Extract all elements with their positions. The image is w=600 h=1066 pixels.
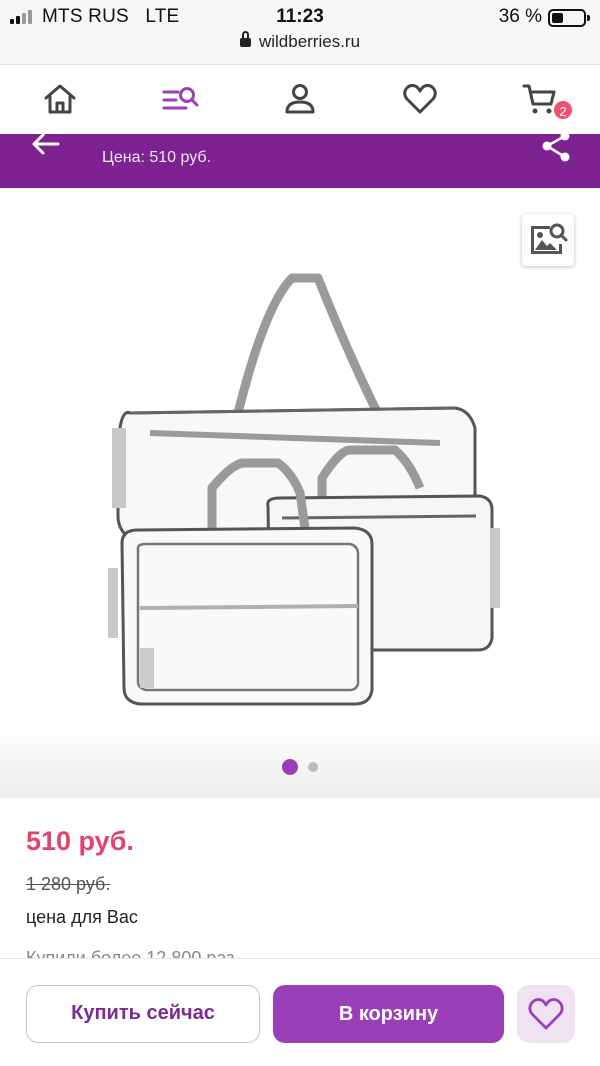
arrow-left-icon <box>32 134 60 155</box>
heart-icon <box>528 998 564 1030</box>
product-header: Цена: 510 руб. <box>0 134 600 188</box>
nav-favorites[interactable] <box>400 79 440 119</box>
nav-cart[interactable]: 2 <box>520 79 574 121</box>
status-bar: MTS RUS LTE 11:23 36 % wildberries.ru <box>0 0 600 64</box>
add-to-cart-button[interactable]: В корзину <box>273 985 504 1043</box>
gallery-dot-1[interactable] <box>282 758 298 775</box>
battery-level <box>552 13 563 23</box>
image-search-icon <box>531 223 568 254</box>
nav-home[interactable] <box>40 79 80 119</box>
price-block: 510 руб. 1 280 руб. цена для Вас Купили … <box>0 798 600 958</box>
product-gallery[interactable] <box>0 188 600 798</box>
header-price: Цена: 510 руб. <box>102 149 212 166</box>
buy-now-button[interactable]: Купить сейчас <box>26 985 260 1043</box>
nav-catalog[interactable] <box>160 79 200 119</box>
product-page: MTS RUS LTE 11:23 36 % wildberries.ru 2 … <box>0 0 600 1066</box>
current-price: 510 руб. <box>26 826 134 856</box>
cart-count-badge: 2 <box>552 99 574 121</box>
old-price: 1 280 руб. <box>26 874 111 894</box>
purchase-count-text: Купили более 12 800 раз <box>26 948 235 958</box>
add-to-favorites-button[interactable] <box>517 985 575 1043</box>
back-button[interactable] <box>28 134 62 164</box>
top-nav: 2 <box>0 64 600 134</box>
price-note: цена для Вас <box>26 907 138 927</box>
bottom-action-bar: Купить сейчас В корзину <box>0 958 600 1066</box>
share-icon <box>542 134 570 162</box>
favorites-heart-icon <box>403 83 437 114</box>
url-text: wildberries.ru <box>258 32 361 51</box>
gallery-dot-2[interactable] <box>308 761 318 772</box>
profile-icon <box>285 84 315 114</box>
product-image <box>108 273 500 706</box>
share-button[interactable] <box>538 134 574 164</box>
nav-profile[interactable] <box>280 79 320 119</box>
lock-icon <box>239 31 251 47</box>
gallery-pagination[interactable] <box>0 758 600 776</box>
address-bar[interactable]: wildberries.ru <box>0 31 600 52</box>
battery-icon <box>548 9 590 27</box>
home-icon <box>44 84 76 114</box>
battery-percent: 36 % <box>498 6 542 27</box>
catalog-search-icon <box>162 87 199 110</box>
image-search-button[interactable] <box>522 214 574 266</box>
